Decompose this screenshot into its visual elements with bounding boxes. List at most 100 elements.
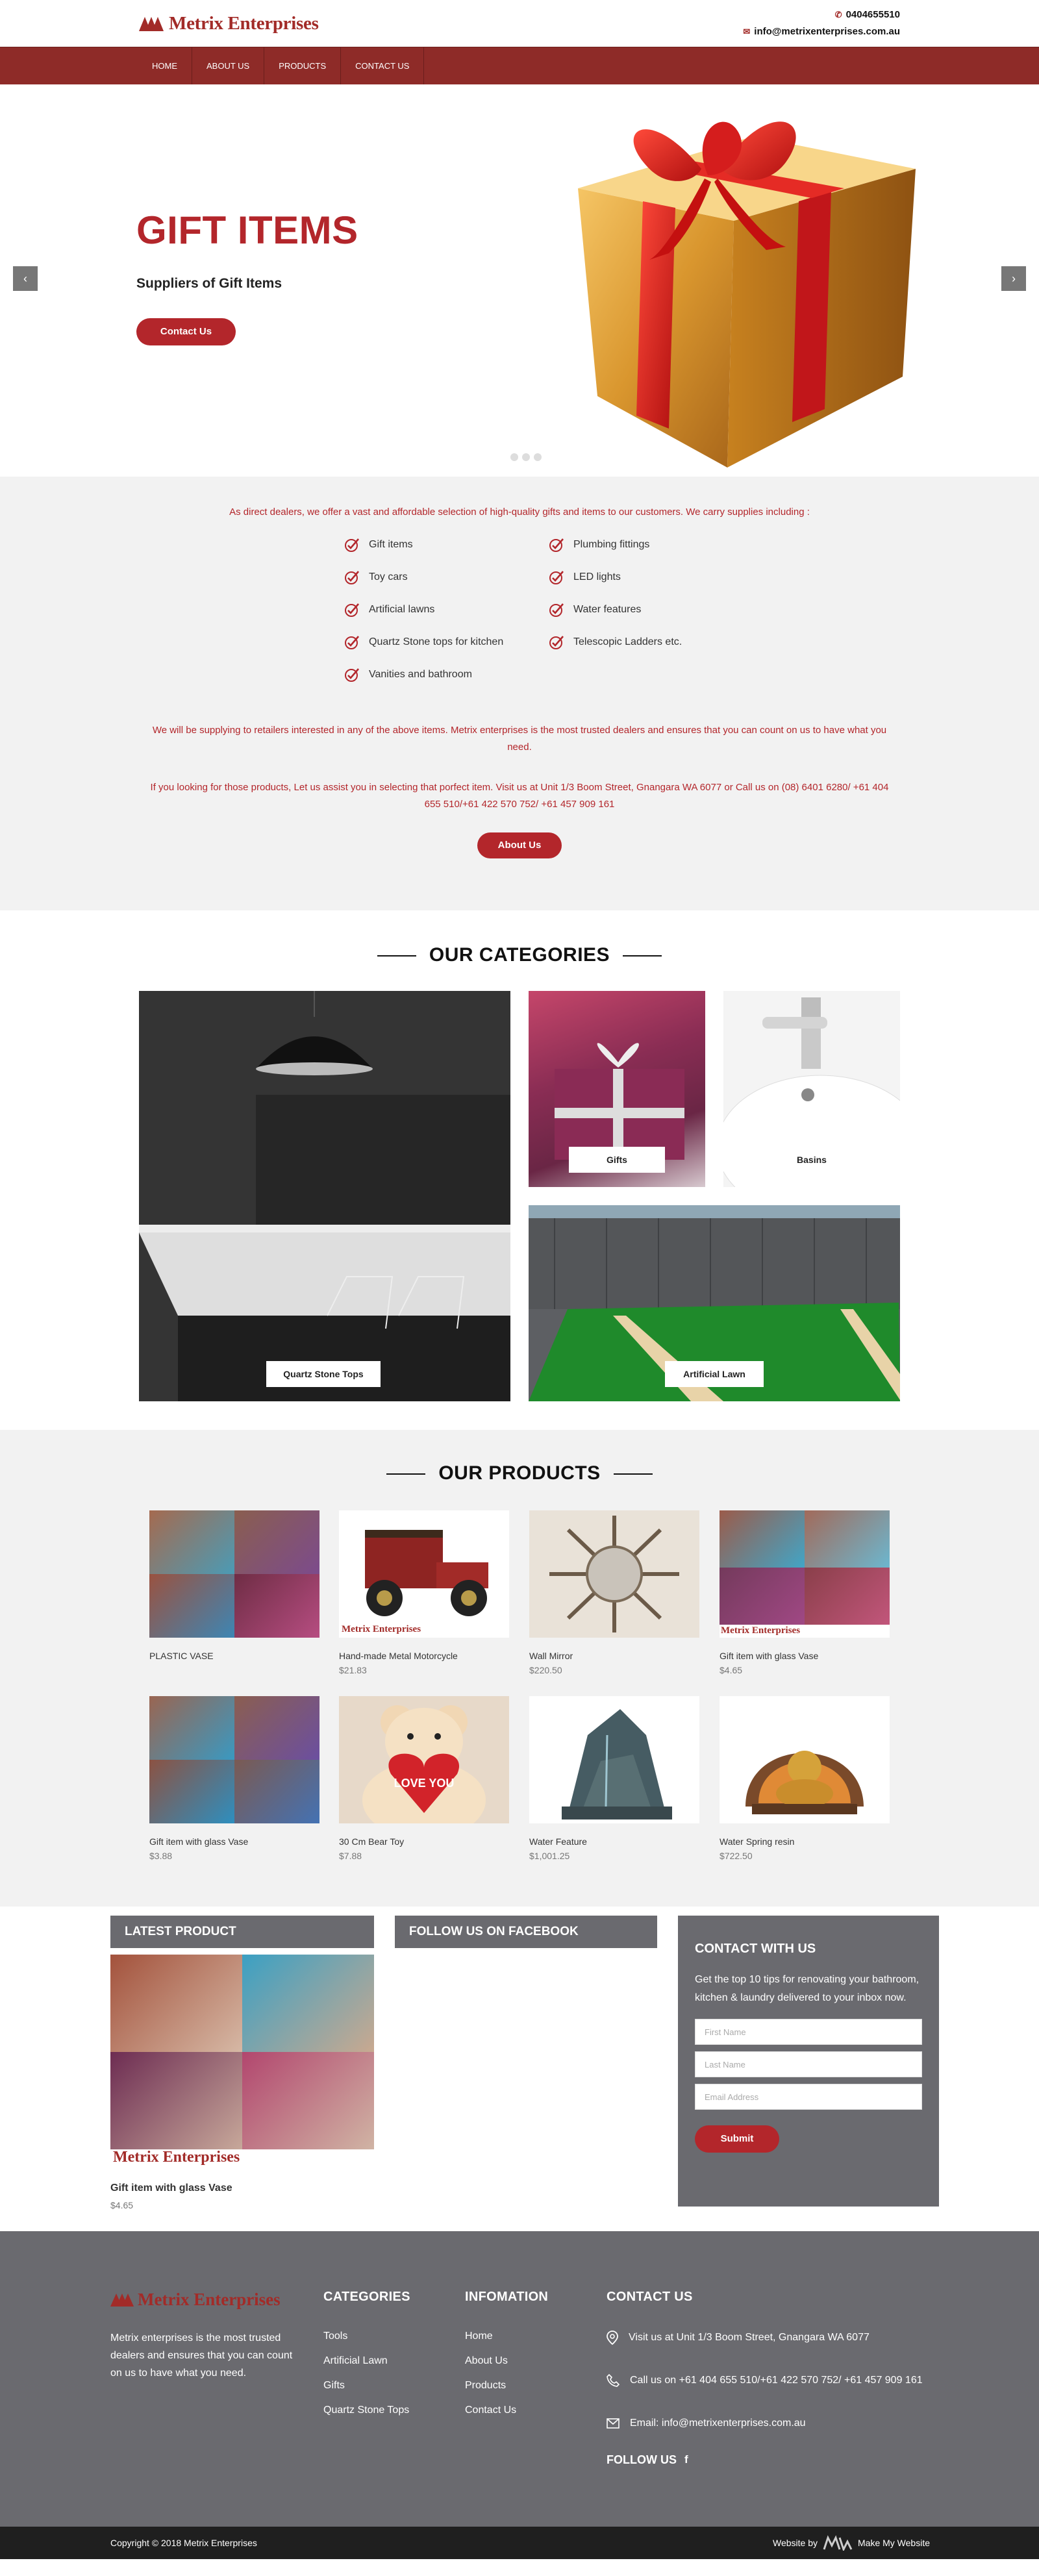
supply-item: Quartz Stone tops for kitchen — [344, 634, 549, 651]
slider-dot[interactable] — [522, 453, 530, 461]
supply-item: Toy cars — [344, 569, 549, 586]
water-spring-image — [745, 1751, 864, 1814]
product-card[interactable]: Water Feature $1,001.25 — [529, 1696, 699, 1861]
footer-info-title: INFOMATION — [465, 2290, 549, 2304]
nav-home[interactable]: HOME — [139, 47, 192, 85]
intro-para-1: We will be supplying to retailers intere… — [152, 725, 887, 753]
kitchen-image — [139, 991, 510, 1401]
footer-link-quartz[interactable]: Quartz Stone Tops — [323, 2405, 410, 2416]
site-logo[interactable]: Metrix Enterprises — [139, 13, 319, 34]
product-name[interactable]: PLASTIC VASE — [149, 1651, 319, 1661]
product-name[interactable]: Wall Mirror — [529, 1651, 699, 1661]
product-name[interactable]: Water Spring resin — [720, 1836, 890, 1847]
header-email[interactable]: info@metrixenterprises.com.au — [754, 26, 900, 37]
footer-link-home[interactable]: Home — [465, 2331, 548, 2342]
check-circle-icon — [345, 571, 359, 584]
product-image[interactable]: LOVE YOU — [339, 1696, 509, 1823]
product-price: $21.83 — [339, 1665, 367, 1675]
product-image[interactable] — [149, 1510, 319, 1638]
product-image[interactable] — [529, 1696, 699, 1823]
submit-button[interactable]: Submit — [695, 2125, 779, 2153]
footer-phones-text[interactable]: Call us on +61 404 655 510/+61 422 570 7… — [630, 2375, 923, 2386]
check-circle-icon — [549, 603, 564, 617]
check-circle-icon — [345, 668, 359, 682]
product-card[interactable]: PLASTIC VASE — [149, 1510, 319, 1665]
first-name-input[interactable]: First Name — [695, 2019, 922, 2045]
email-input[interactable]: Email Address — [695, 2084, 922, 2110]
slider-dot[interactable] — [534, 453, 542, 461]
footer-link-about[interactable]: About Us — [465, 2355, 548, 2367]
product-name[interactable]: Hand-made Metal Motorcycle — [339, 1651, 509, 1661]
category-gifts-tile[interactable]: Gifts — [529, 991, 705, 1187]
product-card[interactable]: LOVE YOU 30 Cm Bear Toy $7.88 — [339, 1696, 509, 1861]
product-image[interactable] — [529, 1510, 699, 1638]
product-image[interactable] — [720, 1696, 890, 1823]
product-card[interactable]: Metrix Enterprises Hand-made Metal Motor… — [339, 1510, 509, 1675]
footer-address: Visit us at Unit 1/3 Boom Street, Gnanga… — [607, 2331, 944, 2345]
website-by[interactable]: Website by Make My Website — [773, 2535, 930, 2551]
supply-label: LED lights — [573, 571, 621, 582]
latest-product-image[interactable]: Metrix Enterprises — [110, 1955, 374, 2168]
product-price: $1,001.25 — [529, 1851, 570, 1861]
follow-us-label: FOLLOW US — [607, 2453, 677, 2466]
hero-contact-button[interactable]: Contact Us — [136, 318, 236, 345]
hero-slider: GIFT ITEMS Suppliers of Gift Items Conta… — [0, 84, 1039, 477]
footer-logo[interactable]: Metrix Enterprises — [110, 2290, 305, 2310]
product-watermark: Metrix Enterprises — [721, 1625, 801, 1636]
about-us-button[interactable]: About Us — [477, 832, 562, 858]
latest-product-name[interactable]: Gift item with glass Vase — [110, 2182, 232, 2194]
category-lawn-tile[interactable]: Artificial Lawn — [529, 1205, 900, 1401]
product-name[interactable]: Gift item with glass Vase — [720, 1651, 890, 1661]
category-quartz-tile[interactable]: Quartz Stone Tops — [139, 991, 510, 1401]
supply-item: Vanities and bathroom — [344, 666, 549, 683]
facebook-title: FOLLOW US ON FACEBOOK — [395, 1916, 657, 1948]
category-basins-tile[interactable]: Basins — [723, 991, 900, 1187]
logo-icon — [139, 16, 164, 31]
footer-categories-title: CATEGORIES — [323, 2290, 410, 2304]
product-card[interactable]: Water Spring resin $722.50 — [720, 1696, 890, 1861]
intro-section: As direct dealers, we offer a vast and a… — [0, 477, 1039, 910]
product-name[interactable]: Gift item with glass Vase — [149, 1836, 319, 1847]
nav-about[interactable]: ABOUT US — [192, 47, 265, 85]
product-card[interactable]: Gift item with glass Vase $3.88 — [149, 1696, 319, 1861]
categories-title: OUR CATEGORIES — [0, 944, 1039, 966]
last-name-input[interactable]: Last Name — [695, 2051, 922, 2077]
footer-email: Email: info@metrixenterprises.com.au — [607, 2416, 944, 2431]
nav-contact[interactable]: CONTACT US — [341, 47, 425, 85]
footer-about: Metrix Enterprises Metrix enterprises is… — [110, 2290, 305, 2382]
footer-link-contact[interactable]: Contact Us — [465, 2405, 548, 2416]
product-name[interactable]: 30 Cm Bear Toy — [339, 1836, 509, 1847]
product-image[interactable]: Metrix Enterprises — [339, 1510, 509, 1638]
category-label: Quartz Stone Tops — [266, 1361, 381, 1387]
footer-contact-title: CONTACT US — [607, 2290, 693, 2304]
bear-heart-text: LOVE YOU — [394, 1777, 455, 1790]
phone-icon: ✆ — [834, 10, 842, 19]
nav-products[interactable]: PRODUCTS — [264, 47, 342, 85]
motorcycle-image — [365, 1530, 488, 1616]
header-phone[interactable]: 0404655510 — [846, 9, 900, 20]
footer-link-lawn[interactable]: Artificial Lawn — [323, 2355, 410, 2367]
footer-link-products[interactable]: Products — [465, 2380, 548, 2392]
hero-subtitle: Suppliers of Gift Items — [136, 276, 282, 291]
category-label: Artificial Lawn — [665, 1361, 764, 1387]
latest-product-price: $4.65 — [110, 2200, 134, 2210]
footer-email-text[interactable]: Email: info@metrixenterprises.com.au — [630, 2418, 806, 2429]
product-image[interactable]: Metrix Enterprises — [720, 1510, 890, 1638]
slider-dot[interactable] — [510, 453, 518, 461]
hero-title: GIFT ITEMS — [136, 208, 358, 252]
slider-prev-icon[interactable]: ‹ — [13, 266, 38, 291]
category-label: Basins — [764, 1147, 860, 1173]
facebook-icon[interactable]: f — [684, 2453, 688, 2466]
site-footer: Metrix Enterprises Metrix enterprises is… — [0, 2231, 1039, 2527]
supply-label: Vanities and bathroom — [369, 669, 472, 680]
product-card[interactable]: Wall Mirror $220.50 — [529, 1510, 699, 1675]
footer-information: INFOMATION Home About Us Products Contac… — [465, 2290, 548, 2429]
product-name[interactable]: Water Feature — [529, 1836, 699, 1847]
footer-link-tools[interactable]: Tools — [323, 2331, 410, 2342]
supply-label: Toy cars — [369, 571, 408, 582]
footer-link-gifts[interactable]: Gifts — [323, 2380, 410, 2392]
product-card[interactable]: Metrix Enterprises Gift item with glass … — [720, 1510, 890, 1675]
product-image[interactable] — [149, 1696, 319, 1823]
supply-label: Gift items — [369, 539, 413, 550]
slider-next-icon[interactable]: › — [1001, 266, 1026, 291]
